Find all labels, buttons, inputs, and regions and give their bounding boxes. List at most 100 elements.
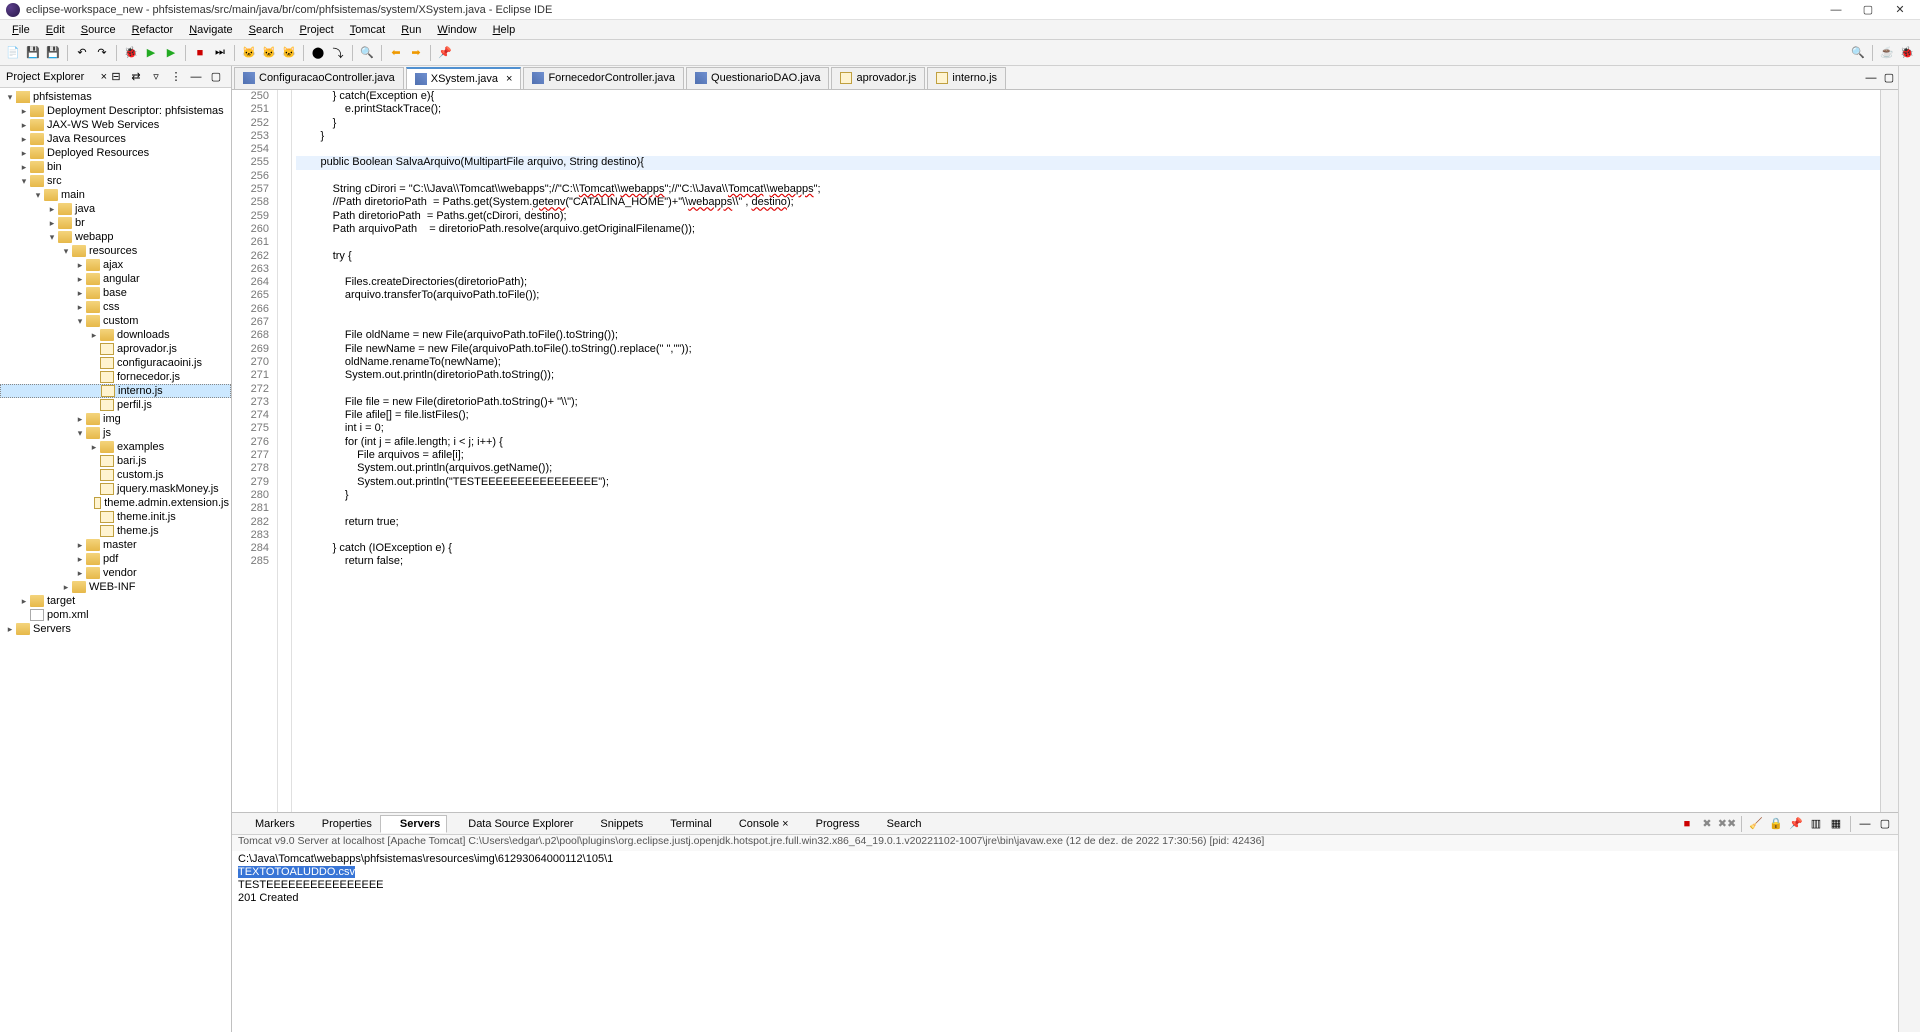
tree-item[interactable]: pom.xml	[0, 608, 231, 622]
tree-item[interactable]: ▾webapp	[0, 230, 231, 244]
editor-tab[interactable]: aprovador.js	[831, 67, 925, 89]
tree-toggle-icon[interactable]: ▸	[74, 554, 86, 565]
scroll-lock-icon[interactable]: 🔒	[1767, 815, 1785, 833]
tree-item[interactable]: interno.js	[0, 384, 231, 398]
tree-item[interactable]: ▸examples	[0, 440, 231, 454]
tree-item[interactable]: ▾custom	[0, 314, 231, 328]
tree-toggle-icon[interactable]: ▸	[74, 288, 86, 299]
code-editor[interactable]: } catch(Exception e){ e.printStackTrace(…	[292, 90, 1880, 812]
pin-console-icon[interactable]: 📌	[1787, 815, 1805, 833]
tab-close-icon[interactable]: ×	[506, 73, 512, 85]
tree-item[interactable]: ▸java	[0, 202, 231, 216]
tree-item[interactable]: theme.init.js	[0, 510, 231, 524]
console-output[interactable]: C:\Java\Tomcat\webapps\phfsistemas\resou…	[232, 851, 1898, 1032]
new-icon[interactable]: 📄	[4, 44, 22, 62]
tree-item[interactable]: ▸angular	[0, 272, 231, 286]
debug-icon[interactable]: 🐞	[122, 44, 140, 62]
console-tab-snippets[interactable]: Snippets	[581, 816, 649, 832]
tree-item[interactable]: ▸target	[0, 594, 231, 608]
skip-icon[interactable]: ⏭	[211, 44, 229, 62]
remove-terminated-icon[interactable]: ✖	[1698, 815, 1716, 833]
tree-item[interactable]: ▸downloads	[0, 328, 231, 342]
editor-tab[interactable]: FornecedorController.java	[523, 67, 684, 89]
save-all-icon[interactable]: 💾	[44, 44, 62, 62]
tree-toggle-icon[interactable]: ▸	[74, 414, 86, 425]
editor-minimize-icon[interactable]: —	[1862, 69, 1880, 87]
link-editor-icon[interactable]: ⇄	[127, 68, 145, 86]
tree-toggle-icon[interactable]: ▸	[46, 204, 58, 215]
open-console-icon[interactable]: ▦	[1827, 815, 1845, 833]
tree-item[interactable]: ▸br	[0, 216, 231, 230]
tree-item[interactable]: ▸Deployed Resources	[0, 146, 231, 160]
menu-edit[interactable]: Edit	[38, 22, 73, 38]
close-button[interactable]: ✕	[1886, 2, 1914, 18]
console-maximize-icon[interactable]: ▢	[1876, 815, 1894, 833]
console-tab-properties[interactable]: Properties	[303, 816, 378, 832]
tree-toggle-icon[interactable]: ▸	[88, 330, 100, 341]
tree-toggle-icon[interactable]: ▸	[18, 162, 30, 173]
tree-item[interactable]: perfil.js	[0, 398, 231, 412]
menu-refactor[interactable]: Refactor	[124, 22, 182, 38]
menu-help[interactable]: Help	[485, 22, 524, 38]
tree-item[interactable]: aprovador.js	[0, 342, 231, 356]
tree-item[interactable]: jquery.maskMoney.js	[0, 482, 231, 496]
tree-toggle-icon[interactable]: ▾	[4, 92, 16, 103]
menu-window[interactable]: Window	[429, 22, 484, 38]
tree-item[interactable]: ▾phfsistemas	[0, 90, 231, 104]
perspective-java-icon[interactable]: ☕	[1878, 44, 1896, 62]
console-tab-servers[interactable]: Servers	[380, 815, 447, 833]
console-minimize-icon[interactable]: —	[1856, 815, 1874, 833]
tomcat-start-icon[interactable]: 🐱	[240, 44, 258, 62]
tomcat-restart-icon[interactable]: 🐱	[280, 44, 298, 62]
menu-file[interactable]: File	[4, 22, 38, 38]
tree-item[interactable]: ▸Java Resources	[0, 132, 231, 146]
minimize-view-icon[interactable]: —	[187, 68, 205, 86]
tree-item[interactable]: ▸WEB-INF	[0, 580, 231, 594]
menu-run[interactable]: Run	[393, 22, 429, 38]
tree-toggle-icon[interactable]: ▸	[74, 274, 86, 285]
tree-toggle-icon[interactable]: ▸	[74, 260, 86, 271]
tree-item[interactable]: ▸pdf	[0, 552, 231, 566]
redo-icon[interactable]: ↷	[93, 44, 111, 62]
tree-item[interactable]: ▸JAX-WS Web Services	[0, 118, 231, 132]
project-tree[interactable]: ▾phfsistemas▸Deployment Descriptor: phfs…	[0, 88, 231, 1032]
tree-toggle-icon[interactable]: ▸	[74, 540, 86, 551]
stop-icon[interactable]: ■	[191, 44, 209, 62]
tree-item[interactable]: configuracaoini.js	[0, 356, 231, 370]
tree-item[interactable]: ▾main	[0, 188, 231, 202]
tree-item[interactable]: ▾src	[0, 174, 231, 188]
tree-toggle-icon[interactable]: ▸	[18, 120, 30, 131]
nav-back-icon[interactable]: ⬅	[387, 44, 405, 62]
tree-toggle-icon[interactable]: ▸	[88, 442, 100, 453]
tree-toggle-icon[interactable]: ▾	[60, 246, 72, 257]
minimize-button[interactable]: —	[1822, 2, 1850, 18]
view-menu-icon[interactable]: ⋮	[167, 68, 185, 86]
tree-item[interactable]: custom.js	[0, 468, 231, 482]
tree-item[interactable]: ▸vendor	[0, 566, 231, 580]
menu-navigate[interactable]: Navigate	[181, 22, 240, 38]
tomcat-stop-icon[interactable]: 🐱	[260, 44, 278, 62]
tree-item[interactable]: theme.admin.extension.js	[0, 496, 231, 510]
run-ext-icon[interactable]: ▶	[162, 44, 180, 62]
tree-toggle-icon[interactable]: ▸	[18, 148, 30, 159]
tree-item[interactable]: ▸css	[0, 300, 231, 314]
maximize-button[interactable]: ▢	[1854, 2, 1882, 18]
menu-search[interactable]: Search	[241, 22, 292, 38]
console-tab-markers[interactable]: Markers	[236, 816, 301, 832]
console-tab-progress[interactable]: Progress	[797, 816, 866, 832]
menu-project[interactable]: Project	[292, 22, 342, 38]
tree-item[interactable]: fornecedor.js	[0, 370, 231, 384]
fold-gutter[interactable]	[278, 90, 292, 812]
tree-toggle-icon[interactable]: ▾	[46, 232, 58, 243]
quick-access-icon[interactable]: 🔍	[1849, 44, 1867, 62]
filter-icon[interactable]: ▿	[147, 68, 165, 86]
tree-toggle-icon[interactable]: ▸	[18, 106, 30, 117]
tree-item[interactable]: ▸base	[0, 286, 231, 300]
editor-maximize-icon[interactable]: ▢	[1880, 69, 1898, 87]
tree-toggle-icon[interactable]: ▸	[74, 568, 86, 579]
tree-toggle-icon[interactable]: ▸	[74, 302, 86, 313]
clear-console-icon[interactable]: 🧹	[1747, 815, 1765, 833]
tree-item[interactable]: ▸Servers	[0, 622, 231, 636]
breakpoint-icon[interactable]: ⬤	[309, 44, 327, 62]
display-selected-icon[interactable]: ▥	[1807, 815, 1825, 833]
